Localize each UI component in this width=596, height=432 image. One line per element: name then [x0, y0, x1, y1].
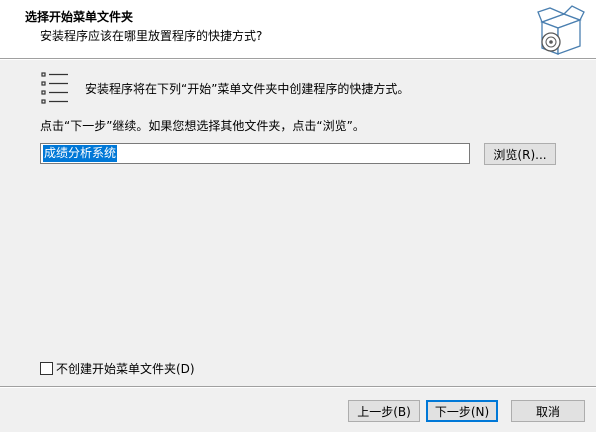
instruction-text: 点击“下一步”继续。如果您想选择其他文件夹，点击“浏览”。	[40, 119, 365, 133]
back-button[interactable]: 上一步(B)	[348, 400, 420, 422]
browse-button[interactable]: 浏览(R)...	[484, 143, 556, 165]
page-subtitle: 安装程序应该在哪里放置程序的快捷方式?	[40, 29, 263, 43]
list-icon	[41, 72, 68, 104]
wizard-header: 选择开始菜单文件夹 安装程序应该在哪里放置程序的快捷方式?	[0, 0, 596, 58]
folder-input-value: 成绩分析系统	[43, 145, 118, 162]
page-title: 选择开始菜单文件夹	[25, 10, 134, 24]
no-start-menu-folder-option[interactable]: 不创建开始菜单文件夹(D)	[40, 360, 195, 377]
no-start-menu-folder-label: 不创建开始菜单文件夹(D)	[56, 362, 195, 376]
start-menu-folder-input[interactable]: 成绩分析系统	[40, 143, 470, 164]
footer-divider	[0, 386, 596, 388]
software-box-disc-icon	[537, 5, 585, 55]
info-text: 安装程序将在下列“开始”菜单文件夹中创建程序的快捷方式。	[85, 82, 410, 96]
header-divider	[0, 58, 596, 60]
no-start-menu-folder-checkbox[interactable]	[40, 362, 53, 375]
next-button[interactable]: 下一步(N)	[426, 400, 498, 422]
cancel-button[interactable]: 取消	[511, 400, 585, 422]
